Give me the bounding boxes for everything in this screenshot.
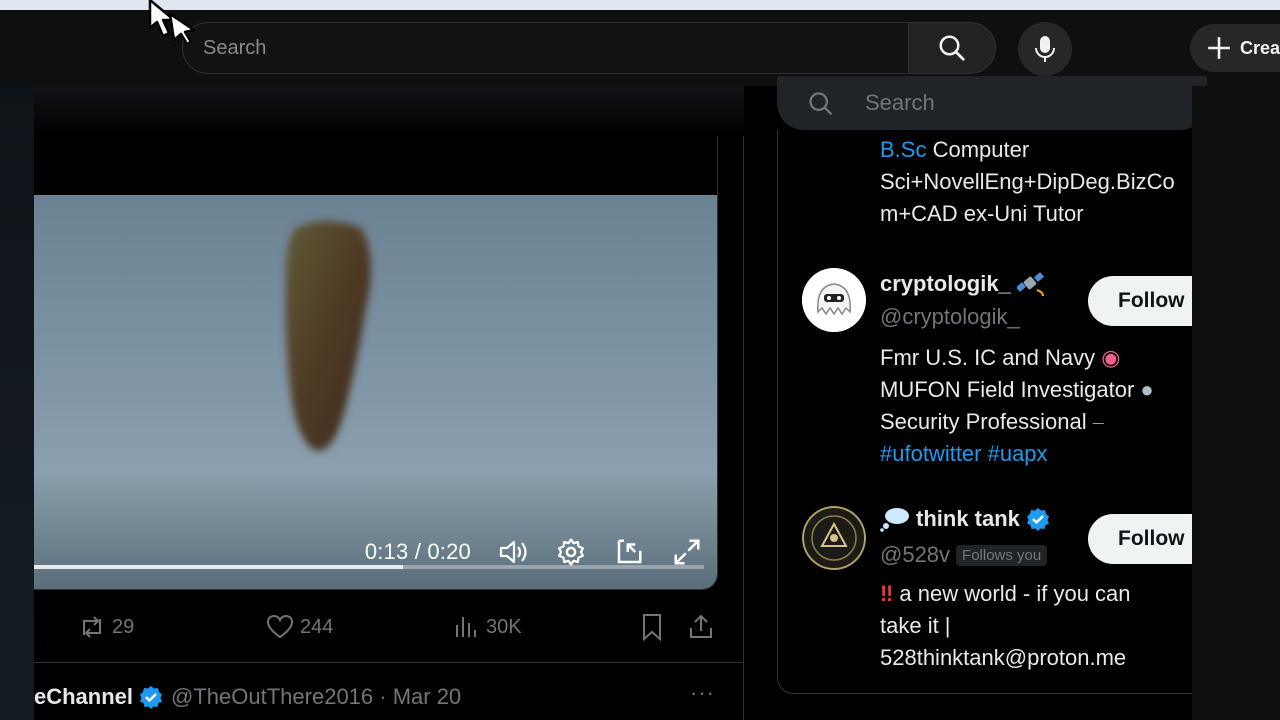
display-name: think tank bbox=[916, 506, 1020, 531]
avatar-cryptologik[interactable] bbox=[802, 268, 866, 332]
bio-line: take it | bbox=[880, 613, 951, 638]
bookmark-button[interactable] bbox=[640, 608, 664, 646]
volume-icon[interactable] bbox=[497, 536, 529, 568]
video-top-fade bbox=[34, 86, 744, 136]
ufo-emoji-icon: ● bbox=[1140, 377, 1154, 402]
video-time: 0:13 / 0:20 bbox=[364, 539, 471, 564]
share-icon bbox=[690, 614, 712, 638]
follow-button-cryptologik[interactable]: Follow bbox=[1088, 276, 1206, 326]
create-label: Create bbox=[1240, 37, 1280, 58]
share-button[interactable] bbox=[688, 608, 714, 646]
video-player[interactable]: 0:13 / 0:20 bbox=[34, 136, 718, 590]
bio-line: Computer bbox=[926, 137, 1030, 162]
bio-line: m+CAD ex-Uni Tutor bbox=[880, 201, 1084, 226]
youtube-search-box[interactable] bbox=[182, 22, 910, 74]
bio-line: Fmr U.S. IC and Navy bbox=[880, 345, 1096, 370]
user-handle-cryptologik: @cryptologik_ bbox=[880, 304, 1020, 329]
octopus-emoji-icon: ◉ bbox=[1101, 345, 1121, 370]
retweet-button[interactable]: 29 bbox=[78, 608, 134, 646]
search-icon bbox=[809, 92, 833, 116]
bio-email: 528thinktank@proton.me bbox=[880, 645, 1127, 670]
thought-balloon-emoji-icon bbox=[880, 508, 909, 532]
handle-text: @528v bbox=[880, 542, 951, 567]
views-chart-icon bbox=[456, 617, 476, 637]
page-right-edge bbox=[1192, 86, 1280, 720]
search-icon bbox=[939, 35, 965, 61]
user-bio-2: Fmr U.S. IC and Navy ◉ MUFON Field Inves… bbox=[880, 342, 1206, 470]
user-handle-think-tank: @528v Follows you bbox=[880, 542, 1048, 568]
sidebar-search-input[interactable] bbox=[865, 76, 1185, 130]
mouse-cursor-icon bbox=[148, 0, 196, 44]
more-options-icon[interactable]: ··· bbox=[690, 680, 715, 706]
video-progress-fill bbox=[34, 565, 403, 569]
tweet-divider bbox=[34, 662, 744, 663]
ufo-object-image bbox=[285, 221, 371, 451]
fullscreen-icon[interactable] bbox=[671, 536, 703, 568]
who-to-follow-card: B.Sc Computer Sci+NovellEng+DipDeg.BizCo… bbox=[777, 130, 1207, 694]
follows-you-badge: Follows you bbox=[956, 544, 1048, 566]
retweet-icon bbox=[83, 616, 101, 638]
avatar-think-tank[interactable] bbox=[802, 506, 866, 570]
views-button[interactable]: 30K bbox=[454, 608, 522, 646]
next-tweet-header: eChannel @TheOutThere2016 · Mar 20 ··· bbox=[34, 680, 734, 714]
youtube-search-input[interactable] bbox=[203, 23, 883, 73]
plus-icon bbox=[1208, 37, 1230, 59]
youtube-search-button[interactable] bbox=[908, 22, 996, 74]
ghost-avatar-icon bbox=[802, 268, 866, 332]
tweet-feed: 0:13 / 0:20 29 244 30K eChannel @TheOutT… bbox=[34, 86, 744, 720]
follow-button-think-tank[interactable]: Follow bbox=[1088, 514, 1206, 564]
verified-badge-icon bbox=[140, 686, 163, 709]
user-bio-1: B.Sc Computer Sci+NovellEng+DipDeg.BizCo… bbox=[880, 134, 1206, 230]
left-gutter bbox=[0, 86, 34, 720]
user-bio-3: ‼ a new world - if you can take it | 528… bbox=[880, 578, 1190, 674]
bio-line: Security Professional bbox=[880, 409, 1087, 434]
video-controls: 0:13 / 0:20 bbox=[365, 528, 703, 576]
user-name-cryptologik[interactable]: cryptologik_ bbox=[880, 270, 1047, 298]
views-count: 30K bbox=[486, 615, 522, 638]
think-tank-logo-icon bbox=[802, 506, 866, 570]
microphone-icon bbox=[1035, 36, 1055, 62]
hashtags[interactable]: #ufotwitter #uapx bbox=[880, 438, 1206, 470]
like-count: 244 bbox=[300, 615, 334, 638]
next-tweet-handle-date: @TheOutThere2016 · Mar 20 bbox=[171, 684, 462, 709]
user-name-think-tank[interactable]: think tank bbox=[880, 506, 1050, 532]
bookmark-icon bbox=[643, 614, 661, 641]
picture-in-picture-icon[interactable] bbox=[613, 536, 645, 568]
settings-gear-icon[interactable] bbox=[555, 536, 587, 568]
bio-line: MUFON Field Investigator bbox=[880, 377, 1135, 402]
satellite-emoji-icon bbox=[1016, 272, 1044, 297]
bio-link[interactable]: B.Sc bbox=[880, 137, 926, 162]
sidebar-search-box[interactable] bbox=[777, 76, 1207, 130]
verified-badge-icon bbox=[1026, 508, 1049, 531]
retweet-count: 29 bbox=[112, 615, 135, 638]
double-exclamation-emoji-icon: ‼ bbox=[880, 581, 894, 606]
bio-line: Sci+NovellEng+DipDeg.BizCo bbox=[880, 169, 1175, 194]
create-button[interactable]: Create bbox=[1190, 24, 1280, 72]
heart-icon bbox=[266, 614, 294, 639]
voice-search-button[interactable] bbox=[1018, 22, 1072, 76]
like-button[interactable]: 244 bbox=[266, 608, 333, 646]
tweet-actions: 29 244 30K bbox=[34, 608, 718, 646]
microphone-emoji-icon: ⎯ bbox=[1092, 409, 1104, 434]
display-name: cryptologik_ bbox=[880, 271, 1011, 296]
bio-line: a new world - if you can bbox=[899, 581, 1131, 606]
next-tweet-author-name[interactable]: eChannel bbox=[34, 684, 133, 710]
